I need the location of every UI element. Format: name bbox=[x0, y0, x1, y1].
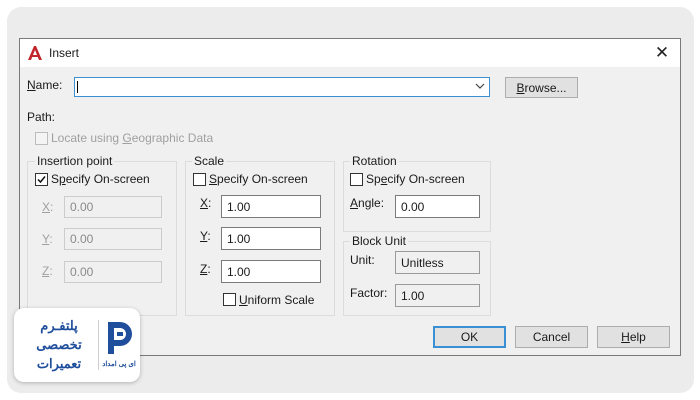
path-label: Path: bbox=[27, 110, 56, 124]
insertion-specify-label: Specify On-screen bbox=[51, 172, 150, 186]
help-label: Help bbox=[621, 330, 646, 344]
check-icon bbox=[37, 176, 46, 184]
insertion-x-field[interactable]: 0.00 bbox=[64, 196, 162, 218]
dialog-title: Insert bbox=[49, 46, 80, 60]
cancel-button[interactable]: Cancel bbox=[515, 326, 588, 348]
geo-data-checkbox[interactable] bbox=[35, 132, 48, 145]
help-button[interactable]: Help bbox=[597, 326, 670, 348]
scale-x-label: X: bbox=[200, 196, 212, 210]
watermark-line-3: تعمیرات bbox=[36, 356, 82, 371]
text-caret bbox=[77, 81, 78, 93]
ok-button[interactable]: OK bbox=[433, 326, 506, 348]
scale-x-field[interactable]: 1.00 bbox=[221, 195, 321, 218]
watermark-divider bbox=[98, 320, 99, 370]
uniform-scale-label: Uniform Scale bbox=[239, 293, 315, 307]
name-label-text: ame: bbox=[35, 78, 63, 92]
unit-label: Unit: bbox=[350, 253, 375, 267]
name-combobox[interactable] bbox=[74, 77, 490, 97]
watermark-text: پلتفـرم تخصصی تعمیرات bbox=[22, 316, 96, 373]
scale-specify-label: Specify On-screen bbox=[209, 172, 308, 186]
browse-label: Browse... bbox=[516, 80, 567, 95]
insertion-z-label: Z: bbox=[42, 264, 53, 278]
name-label: Name: bbox=[27, 78, 63, 92]
close-button[interactable]: ✕ bbox=[644, 39, 680, 67]
watermark-badge: پلتفـرم تخصصی تعمیرات ای پی امداد bbox=[14, 308, 140, 382]
title-bar: Insert ✕ bbox=[20, 39, 680, 67]
geo-data-label: Locate using Geographic Data bbox=[51, 131, 214, 145]
scale-z-label: Z: bbox=[200, 262, 211, 276]
autocad-a-icon bbox=[27, 45, 43, 61]
watermark-brand: ای پی امداد bbox=[102, 361, 136, 368]
rotation-specify-label: Specify On-screen bbox=[366, 172, 465, 186]
rotation-specify-checkbox[interactable] bbox=[350, 173, 363, 186]
block-unit-title: Block Unit bbox=[350, 234, 409, 248]
insertion-y-field[interactable]: 0.00 bbox=[64, 228, 162, 250]
unit-value: Unitless bbox=[395, 251, 480, 274]
watermark-logo-icon bbox=[102, 318, 136, 358]
chevron-down-icon[interactable] bbox=[475, 80, 485, 95]
scale-y-label: Y: bbox=[200, 229, 211, 243]
scale-z-field[interactable]: 1.00 bbox=[221, 260, 321, 283]
factor-value: 1.00 bbox=[395, 284, 480, 307]
scale-y-field[interactable]: 1.00 bbox=[221, 227, 321, 250]
insertion-x-label: X: bbox=[42, 200, 54, 214]
angle-label: Angle: bbox=[350, 196, 385, 210]
insertion-y-label: Y: bbox=[42, 232, 53, 246]
factor-label: Factor: bbox=[350, 286, 388, 300]
watermark-line-2: تخصصی bbox=[36, 337, 82, 352]
browse-button[interactable]: Browse... bbox=[505, 77, 578, 98]
scale-specify-checkbox[interactable] bbox=[193, 173, 206, 186]
insertion-specify-checkbox[interactable] bbox=[35, 173, 48, 186]
insertion-z-field[interactable]: 0.00 bbox=[64, 261, 162, 283]
watermark-line-1: پلتفـرم bbox=[40, 318, 78, 333]
insertion-point-title: Insertion point bbox=[35, 154, 115, 168]
scale-title: Scale bbox=[192, 154, 227, 168]
rotation-title: Rotation bbox=[350, 154, 399, 168]
angle-field[interactable]: 0.00 bbox=[395, 195, 480, 218]
uniform-scale-checkbox[interactable] bbox=[223, 293, 236, 306]
